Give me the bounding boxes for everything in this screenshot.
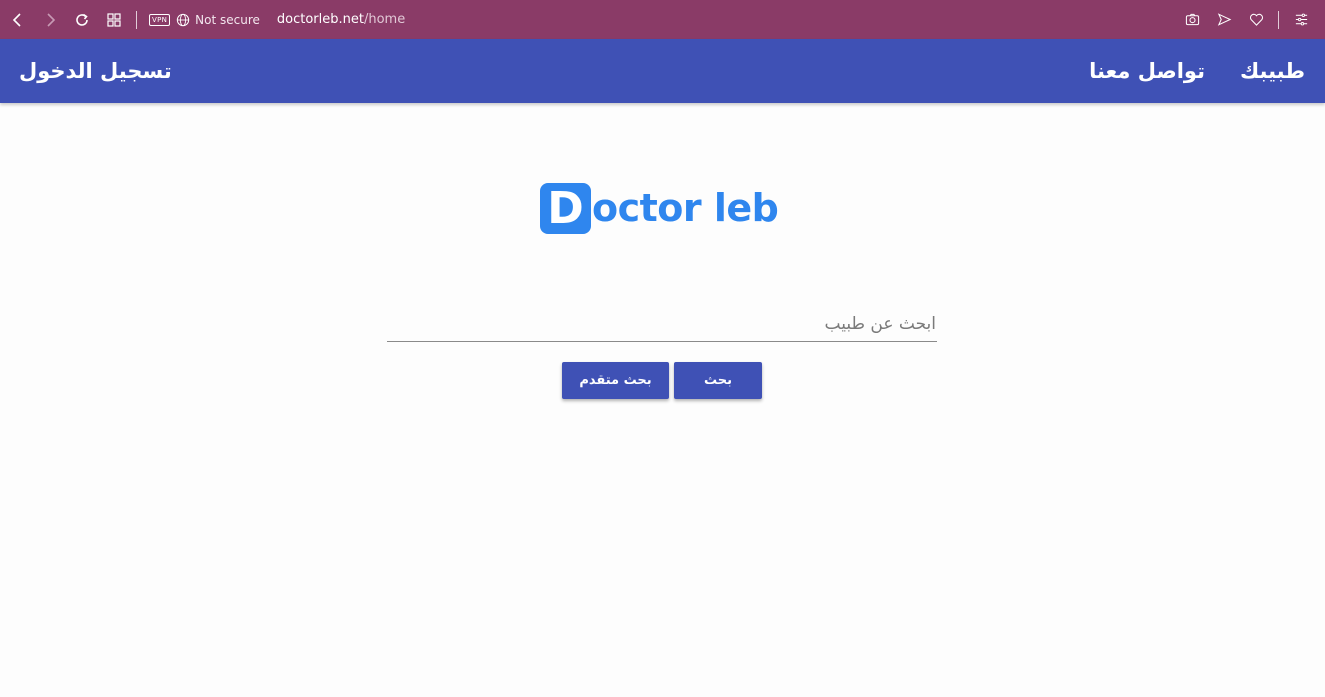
address-bar[interactable]: doctorleb.net/home [277, 12, 405, 27]
toolbar-actions [1176, 0, 1317, 39]
nav-your-doctor[interactable]: طبيبك [1240, 39, 1305, 103]
url-host: doctorleb.net [276, 12, 364, 27]
search-input[interactable] [387, 306, 937, 341]
url-path: /home [363, 12, 406, 27]
forward-icon[interactable] [34, 0, 66, 39]
logo-badge: D [540, 182, 591, 234]
nav-contact-us[interactable]: تواصل معنا [1089, 39, 1205, 103]
reload-icon[interactable] [66, 0, 98, 39]
browser-toolbar: VPN Not secure doctorleb.net/home [0, 0, 1325, 39]
vpn-badge[interactable]: VPN [149, 13, 171, 26]
send-icon[interactable] [1208, 12, 1240, 27]
advanced-search-button[interactable]: بحث متقدم [562, 362, 669, 399]
toolbar-divider [136, 10, 137, 29]
security-status[interactable]: Not secure [195, 13, 260, 27]
search-button[interactable]: بحث [674, 362, 762, 399]
nav-login[interactable]: تسجيل الدخول [19, 39, 172, 103]
toolbar-divider [1278, 10, 1279, 29]
tabs-grid-icon[interactable] [98, 0, 130, 39]
search-field [387, 306, 937, 342]
heart-icon[interactable] [1240, 12, 1272, 27]
camera-icon[interactable] [1176, 12, 1208, 27]
site-logo: D octor leb [540, 182, 779, 234]
app-header: طبيبك تواصل معنا تسجيل الدخول [0, 39, 1325, 103]
globe-icon[interactable] [176, 13, 190, 27]
menu-icon[interactable] [1285, 12, 1317, 27]
logo-text: octor leb [592, 186, 779, 230]
back-icon[interactable] [2, 0, 34, 39]
